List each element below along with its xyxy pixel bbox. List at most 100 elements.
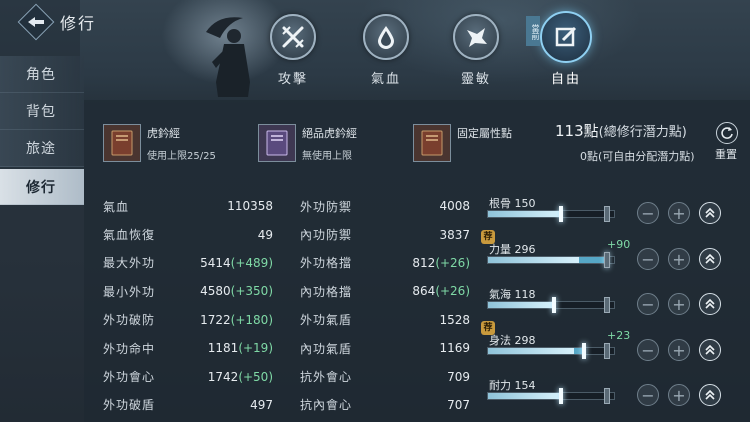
stat-bonus: (+26) bbox=[435, 255, 470, 270]
tab-label: 氣血 bbox=[370, 72, 401, 87]
stat-name: 外功命中 bbox=[103, 341, 156, 356]
stat-name: 抗內會心 bbox=[300, 398, 353, 413]
sidebar-item-journey[interactable]: 旅途 bbox=[0, 130, 84, 167]
attribute-slider[interactable] bbox=[487, 343, 615, 359]
slider-handle[interactable] bbox=[552, 297, 556, 313]
stat-bonus: (+26) bbox=[435, 284, 470, 299]
plus-button[interactable]: + bbox=[668, 293, 690, 315]
max-button[interactable] bbox=[699, 248, 721, 270]
book-name: 固定屬性點 bbox=[457, 127, 512, 140]
attribute-slider[interactable] bbox=[487, 252, 615, 268]
attribute-slider[interactable] bbox=[487, 297, 615, 313]
stat-name: 外功格擋 bbox=[300, 256, 353, 271]
stat-row: 氣血恢復 49 bbox=[103, 220, 273, 248]
stat-bonus: (+19) bbox=[238, 341, 273, 356]
stat-bonus: (+50) bbox=[238, 369, 273, 384]
book-limit: 無使用上限 bbox=[302, 151, 352, 162]
stat-row: 內功防禦 3837 bbox=[300, 220, 470, 248]
wing-icon bbox=[467, 28, 487, 47]
sidebar-item-character[interactable]: 角色 bbox=[0, 56, 84, 93]
tab-free[interactable]: 自由 bbox=[531, 11, 601, 87]
book-icon bbox=[421, 130, 443, 156]
stat-value: 1528 bbox=[439, 312, 470, 327]
stat-value: 49 bbox=[257, 227, 273, 242]
reset-button[interactable]: 重置 bbox=[712, 122, 742, 162]
attribute-row: 氣海 118 − + bbox=[487, 287, 750, 317]
stat-name: 抗外會心 bbox=[300, 370, 353, 385]
tab-attack[interactable]: 攻擊 bbox=[258, 14, 328, 87]
slider-cap bbox=[604, 297, 610, 313]
total-points-value: 113點 bbox=[555, 122, 599, 140]
sidebar: 角色 背包 旅途 修行 bbox=[0, 56, 84, 205]
stat-name: 氣血 bbox=[103, 199, 130, 214]
stat-value: 709 bbox=[447, 369, 470, 384]
stat-row: 外功破盾 497 bbox=[103, 391, 273, 419]
book-limit: 使用上限25/25 bbox=[147, 151, 216, 162]
stat-row: 外功會心 1742(+50) bbox=[103, 362, 273, 390]
plus-button[interactable]: + bbox=[668, 248, 690, 270]
stat-row: 抗內會心 707 bbox=[300, 391, 470, 419]
page-title: 修行 bbox=[60, 14, 97, 33]
slider-handle[interactable] bbox=[582, 343, 586, 359]
stat-row: 最大外功 5414(+489) bbox=[103, 249, 273, 277]
stat-row: 外功氣盾 1528 bbox=[300, 306, 470, 334]
total-points-label: (總修行潛力點) bbox=[598, 125, 687, 140]
minus-button[interactable]: − bbox=[637, 293, 659, 315]
back-button[interactable] bbox=[16, 2, 56, 42]
book-item-1[interactable]: 虎鈐經 使用上限25/25 bbox=[103, 124, 216, 162]
slider-handle[interactable] bbox=[559, 388, 563, 404]
minus-button[interactable]: − bbox=[637, 339, 659, 361]
max-button[interactable] bbox=[699, 202, 721, 224]
sidebar-item-bag[interactable]: 背包 bbox=[0, 93, 84, 130]
tab-label: 靈敏 bbox=[460, 72, 491, 87]
book-item-3[interactable]: 固定屬性點 bbox=[413, 124, 512, 162]
double-chevron-up-icon bbox=[705, 344, 715, 355]
tab-label: 自由 bbox=[550, 72, 581, 87]
attribute-slider[interactable] bbox=[487, 206, 615, 222]
attribute-row: 根骨 150 − + bbox=[487, 196, 750, 226]
double-chevron-up-icon bbox=[705, 298, 715, 309]
stat-name: 外功防禦 bbox=[300, 199, 353, 214]
attribute-added: +23 bbox=[607, 329, 631, 342]
attribute-label: 氣海 118 bbox=[489, 288, 536, 301]
drop-icon bbox=[378, 26, 394, 49]
stat-value: 1722(+180) bbox=[200, 312, 273, 327]
free-points-value: 0點 bbox=[580, 150, 598, 163]
stat-name: 外功會心 bbox=[103, 370, 156, 385]
plus-button[interactable]: + bbox=[668, 384, 690, 406]
attribute-added: +90 bbox=[607, 238, 631, 251]
reset-label: 重置 bbox=[715, 148, 737, 161]
max-button[interactable] bbox=[699, 293, 721, 315]
slider-cap bbox=[604, 388, 610, 404]
stat-row: 抗外會心 709 bbox=[300, 362, 470, 390]
book-icon bbox=[111, 130, 133, 156]
attribute-label: 根骨 150 bbox=[489, 197, 536, 210]
book-name: 絕品虎鈐經 bbox=[302, 127, 357, 140]
minus-button[interactable]: − bbox=[637, 384, 659, 406]
plus-button[interactable]: + bbox=[668, 339, 690, 361]
slider-handle[interactable] bbox=[559, 206, 563, 222]
minus-button[interactable]: − bbox=[637, 248, 659, 270]
stat-value: 1181(+19) bbox=[207, 341, 273, 356]
sidebar-item-cultivation[interactable]: 修行 bbox=[0, 169, 84, 205]
stat-bonus: (+489) bbox=[230, 255, 273, 270]
stat-name: 外功破防 bbox=[103, 313, 156, 328]
free-points: 0點(可自由分配潛力點) bbox=[580, 148, 695, 164]
attribute-slider[interactable] bbox=[487, 388, 615, 404]
max-button[interactable] bbox=[699, 339, 721, 361]
tab-vitality[interactable]: 氣血 bbox=[351, 14, 421, 87]
stat-row: 內功格擋 864(+26) bbox=[300, 277, 470, 305]
minus-button[interactable]: − bbox=[637, 202, 659, 224]
book-item-2[interactable]: 絕品虎鈐經 無使用上限 bbox=[258, 124, 357, 162]
tab-agility[interactable]: 靈敏 bbox=[441, 14, 511, 87]
attribute-row: 耐力 154 − + bbox=[487, 378, 750, 408]
max-button[interactable] bbox=[699, 384, 721, 406]
stat-row: 最小外功 4580(+350) bbox=[103, 277, 273, 305]
stat-row: 外功格擋 812(+26) bbox=[300, 249, 470, 277]
plus-button[interactable]: + bbox=[668, 202, 690, 224]
stat-name: 外功破盾 bbox=[103, 398, 156, 413]
double-chevron-up-icon bbox=[705, 389, 715, 400]
stat-value: 707 bbox=[447, 397, 470, 412]
stat-value: 864(+26) bbox=[412, 284, 470, 299]
double-chevron-up-icon bbox=[705, 207, 715, 218]
